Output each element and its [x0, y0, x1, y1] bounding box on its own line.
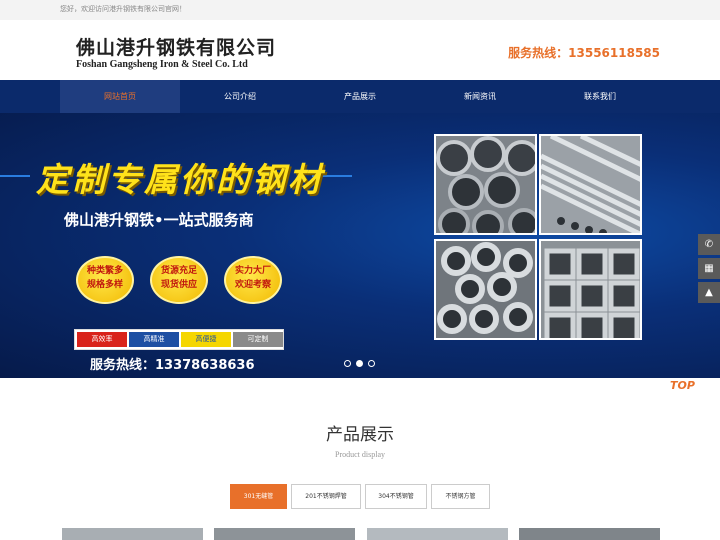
- slider-dot[interactable]: [344, 360, 351, 367]
- banner-tag: 高精准: [129, 332, 179, 347]
- banner-tag: 可定制: [233, 332, 283, 347]
- steel-tube-bundle-photo: [539, 134, 642, 235]
- main-nav: 网站首页 公司介绍 产品展示 新闻资讯 联系我们: [0, 80, 720, 113]
- badge-line: 现货供应: [160, 280, 197, 290]
- nav-item-news[interactable]: 新闻资讯: [420, 80, 540, 113]
- badge-line: 欢迎考察: [234, 280, 271, 290]
- banner-tag: 高效率: [77, 332, 127, 347]
- section-subtitle: Product display: [335, 450, 385, 459]
- qrcode-icon[interactable]: ▦: [698, 258, 720, 279]
- phone-icon[interactable]: ✆: [698, 234, 720, 255]
- banner-badge: 种类繁多 规格多样: [76, 256, 134, 304]
- round-pipe-ends-photo: [434, 239, 537, 340]
- product-thumbnail[interactable]: [519, 528, 660, 540]
- steel-pipe-stack-photo: [434, 134, 537, 235]
- back-to-top-icon[interactable]: ▲: [698, 282, 720, 303]
- badge-line: 实力大厂: [234, 266, 271, 276]
- banner-badge: 实力大厂 欢迎考察: [224, 256, 282, 304]
- square-tube-stack-photo: [539, 239, 642, 340]
- product-thumbnail[interactable]: [367, 528, 508, 540]
- badge-line: 规格多样: [86, 280, 123, 290]
- tab-301-seamless[interactable]: 301无缝管: [230, 484, 287, 509]
- banner-tag-row: 高效率 高精准 高便捷 可定制: [74, 329, 284, 350]
- section-title: 产品展示: [326, 425, 394, 445]
- company-logo-cn[interactable]: 佛山港升钢铁有限公司: [76, 33, 276, 60]
- banner-subtitle: 佛山港升钢铁•一站式服务商: [64, 211, 254, 229]
- slider-dot[interactable]: [368, 360, 375, 367]
- slider-dot-active[interactable]: [356, 360, 363, 367]
- top-bar: 您好，欢迎访问港升钢铁有限公司官网！: [0, 0, 720, 20]
- tab-201-welded[interactable]: 201不锈钢焊管: [291, 484, 361, 509]
- banner-phone: 服务热线：13378638636: [90, 358, 255, 373]
- header-hotline: 服务热线：13556118585: [508, 46, 660, 60]
- welcome-text: 您好，欢迎访问港升钢铁有限公司官网！: [60, 5, 186, 13]
- nav-item-home[interactable]: 网站首页: [60, 80, 180, 113]
- banner-title: 定制专属你的钢材: [36, 160, 324, 199]
- hero-banner[interactable]: 定制专属你的钢材 佛山港升钢铁•一站式服务商 种类繁多 规格多样 货源充足 现货…: [0, 113, 720, 378]
- nav-item-about[interactable]: 公司介绍: [180, 80, 300, 113]
- banner-badge: 货源充足 现货供应: [150, 256, 208, 304]
- nav-item-products[interactable]: 产品展示: [300, 80, 420, 113]
- badge-line: 种类繁多: [86, 266, 123, 276]
- tab-square-tube[interactable]: 不锈钢方管: [431, 484, 490, 509]
- product-thumbnail[interactable]: [214, 528, 355, 540]
- company-logo-en: Foshan Gangsheng Iron & Steel Co. Ltd: [76, 59, 248, 70]
- badge-line: 货源充足: [160, 266, 197, 276]
- header: 佛山港升钢铁有限公司 Foshan Gangsheng Iron & Steel…: [0, 20, 720, 80]
- top-logo[interactable]: TOP: [670, 379, 695, 392]
- banner-tag: 高便捷: [181, 332, 231, 347]
- product-thumbnail[interactable]: [62, 528, 203, 540]
- tab-304-pipe[interactable]: 304不锈钢管: [365, 484, 427, 509]
- nav-item-contact[interactable]: 联系我们: [540, 80, 660, 113]
- banner-stripe: [0, 175, 30, 177]
